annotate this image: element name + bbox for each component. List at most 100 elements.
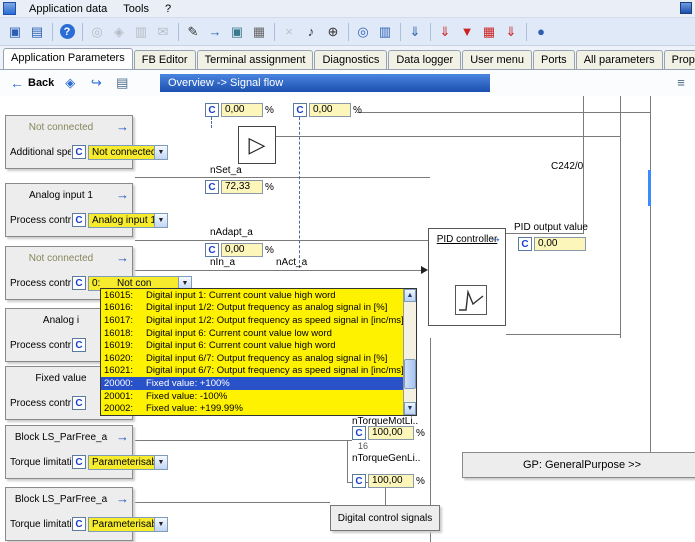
combo-arrow-icon[interactable]: [154, 456, 167, 469]
dropdown-item[interactable]: 20002: Fixed value: +199.99%: [101, 402, 403, 415]
binoculars-icon[interactable]: ◎: [352, 21, 374, 43]
signal-label-nact: nAct_a: [276, 257, 307, 268]
dropdown-item[interactable]: 16019: Digital input 6: Current count va…: [101, 339, 403, 352]
signal-combo[interactable]: Parameterisable: [88, 455, 168, 470]
signal-combo[interactable]: Not connected: [88, 145, 168, 160]
code-button[interactable]: C: [72, 517, 86, 531]
download-icon[interactable]: ⇓: [404, 21, 426, 43]
code-button[interactable]: C: [518, 237, 532, 251]
code-button[interactable]: C: [352, 426, 366, 440]
menu-tools[interactable]: Tools: [115, 1, 157, 17]
filter-icon[interactable]: ◈: [108, 21, 130, 43]
value-field[interactable]: 0,00: [534, 237, 586, 251]
tab-properties[interactable]: Properties: [664, 50, 695, 69]
code-button[interactable]: C: [72, 213, 86, 227]
frame-icon[interactable]: ▦: [248, 21, 270, 43]
tab-fb-editor[interactable]: FB Editor: [134, 50, 196, 69]
sound-icon[interactable]: ♪: [300, 21, 322, 43]
selected-wire-segment[interactable]: [648, 170, 651, 206]
dropdown-item[interactable]: 16015: Digital input 1: Current count va…: [101, 289, 403, 302]
dropdown-item[interactable]: 20000: Fixed value: +100%: [101, 377, 403, 390]
view-list-icon[interactable]: [673, 75, 689, 91]
combo-arrow-icon[interactable]: [154, 518, 167, 531]
code-button[interactable]: C: [72, 145, 86, 159]
unit-label: %: [353, 105, 362, 116]
menu-application-data[interactable]: Application data: [21, 1, 115, 17]
signal-combo[interactable]: Analog input 1: C: [88, 213, 168, 228]
value-field[interactable]: 72,33: [221, 180, 263, 194]
goto-icon[interactable]: →: [204, 21, 226, 43]
tab-diagnostics[interactable]: Diagnostics: [314, 50, 387, 69]
value-field[interactable]: 100,00: [368, 474, 414, 488]
dropdown-item[interactable]: 16020: Digital input 6/7: Output frequen…: [101, 352, 403, 365]
diamond-icon[interactable]: ◈: [60, 73, 80, 93]
connect-arrow-icon[interactable]: [116, 492, 129, 505]
wire: [135, 440, 352, 441]
goto-window-icon[interactable]: ↪: [86, 73, 106, 93]
breakpoint-remove-icon[interactable]: ⇓: [500, 21, 522, 43]
connect-arrow-icon[interactable]: [116, 120, 129, 133]
web-icon[interactable]: ●: [530, 21, 552, 43]
code-button[interactable]: C: [352, 474, 366, 488]
search-icon[interactable]: ◎: [86, 21, 108, 43]
datasheet-icon[interactable]: ▤: [26, 21, 48, 43]
connect-arrow-icon[interactable]: [116, 188, 129, 201]
gp-generalpurpose-block[interactable]: GP: GeneralPurpose >>: [462, 452, 695, 478]
watch-icon[interactable]: ▥: [374, 21, 396, 43]
edit-icon[interactable]: ✎: [182, 21, 204, 43]
code-button[interactable]: C: [72, 276, 86, 290]
dropdown-item[interactable]: 16017: Digital input 1/2: Output frequen…: [101, 314, 403, 327]
code-button[interactable]: C: [205, 243, 219, 257]
scroll-up-icon[interactable]: [404, 289, 416, 302]
code-button[interactable]: C: [72, 455, 86, 469]
breakpoint-down-icon[interactable]: ⇓: [434, 21, 456, 43]
tab-all-parameters[interactable]: All parameters: [576, 50, 663, 69]
value-field[interactable]: 0,00: [221, 103, 263, 117]
digital-control-signals-block[interactable]: Digital control signals: [330, 505, 440, 531]
signal-combo[interactable]: Parameterisable: [88, 517, 168, 532]
value-field[interactable]: 100,00: [368, 426, 414, 440]
scroll-down-icon[interactable]: [404, 402, 416, 415]
dropdown-item[interactable]: 16018: Digital input 6: Current count va…: [101, 327, 403, 340]
signal-dropdown-list: 16015: Digital input 1: Current count va…: [100, 288, 417, 416]
combo-arrow-icon[interactable]: [154, 214, 167, 227]
code-button[interactable]: C: [72, 338, 86, 352]
connect-arrow-icon[interactable]: [116, 251, 129, 264]
tab-terminal-assignment[interactable]: Terminal assignment: [197, 50, 314, 69]
tab-user-menu[interactable]: User menu: [462, 50, 532, 69]
combo-arrow-icon[interactable]: [154, 146, 167, 159]
code-button[interactable]: C: [205, 103, 219, 117]
code-button[interactable]: C: [205, 180, 219, 194]
connect-arrow-icon[interactable]: [489, 230, 502, 245]
value-field[interactable]: 0,00: [221, 243, 263, 257]
tab-data-logger[interactable]: Data logger: [388, 50, 461, 69]
value-field[interactable]: 0,00: [309, 103, 351, 117]
monitor-icon[interactable]: ▣: [4, 21, 26, 43]
menu-bar: Application dataTools?: [0, 0, 695, 18]
dropdown-item[interactable]: 16021: Digital input 6/7: Output frequen…: [101, 365, 403, 378]
tab-application-parameters[interactable]: Application Parameters: [3, 48, 133, 69]
dropdown-item[interactable]: 20001: Fixed value: -100%: [101, 390, 403, 403]
breakpoint-flag-icon[interactable]: ▼: [456, 21, 478, 43]
list-icon[interactable]: ▥: [130, 21, 152, 43]
tab-ports[interactable]: Ports: [533, 50, 575, 69]
snapshot-icon[interactable]: ▣: [226, 21, 248, 43]
delete-icon[interactable]: ×: [278, 21, 300, 43]
connect-arrow-icon[interactable]: [116, 430, 129, 443]
code-button[interactable]: C: [72, 396, 86, 410]
code-button[interactable]: C: [293, 103, 307, 117]
toolbar-icon-glyph: ▥: [379, 24, 391, 40]
help-icon[interactable]: ?: [56, 21, 78, 43]
zoom-icon[interactable]: ⊕: [322, 21, 344, 43]
selected-signal-label: Analog i: [10, 315, 112, 326]
back-button[interactable]: Back: [10, 75, 54, 91]
menu-help[interactable]: ?: [157, 1, 179, 17]
form-edit-icon[interactable]: ▤: [112, 73, 132, 93]
dropdown-item-text: Fixed value: +199.99%: [146, 403, 243, 414]
dropdown-item[interactable]: 16016: Digital input 1/2: Output frequen…: [101, 302, 403, 315]
toolbar-icon-glyph: ▦: [253, 24, 265, 40]
mail-icon[interactable]: ✉: [152, 21, 174, 43]
toolbar-icon-glyph: ●: [537, 24, 545, 39]
scrollbar-thumb[interactable]: [404, 359, 416, 389]
breakpoint-grid-icon[interactable]: ▦: [478, 21, 500, 43]
